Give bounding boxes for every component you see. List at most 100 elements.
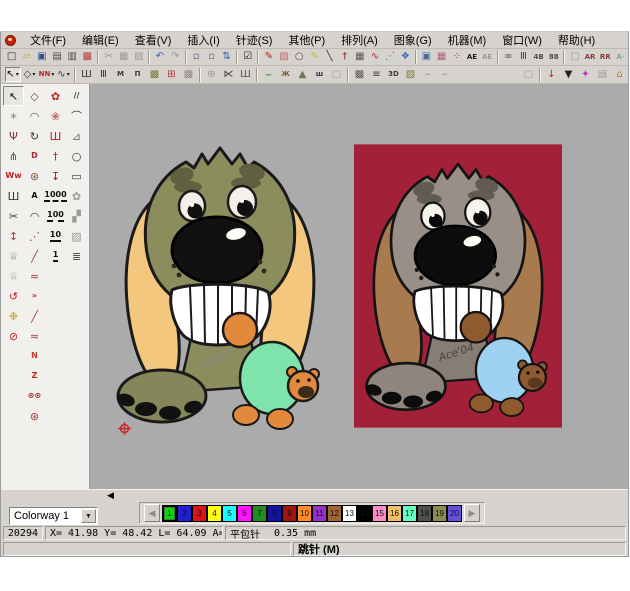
- pattern-stamp-button[interactable]: ▩: [352, 67, 368, 82]
- diagonal-run-tool[interactable]: ╱: [24, 306, 45, 326]
- color-swatch-19[interactable]: 19: [432, 505, 447, 522]
- view-3d-button[interactable]: 3D: [386, 67, 402, 82]
- gear-tool[interactable]: ⊛: [24, 406, 45, 426]
- pattern-x-button[interactable]: Ж: [278, 67, 294, 82]
- letter-a-small-button[interactable]: A·: [613, 50, 627, 65]
- curved-fill-button[interactable]: ⌣: [261, 67, 277, 82]
- colorway-select[interactable]: Colorway 1 ▼: [9, 507, 98, 525]
- print-button[interactable]: ▤: [50, 50, 64, 65]
- radial-fill-button[interactable]: ⊕: [204, 67, 220, 82]
- palette-collapse-arrow-icon[interactable]: ◀: [107, 491, 114, 500]
- flower-stitch-tool[interactable]: ✿: [45, 86, 66, 106]
- image-tool-button[interactable]: ▣: [419, 50, 433, 65]
- outline-shape-button[interactable]: ○: [292, 50, 306, 65]
- worksheet-button[interactable]: ▤: [595, 67, 611, 82]
- motif-olive-button[interactable]: ▨: [403, 67, 419, 82]
- color-swatch-7[interactable]: 7: [252, 505, 267, 522]
- run-stitch-yellow-button[interactable]: ✎: [307, 50, 321, 65]
- undo-button[interactable]: ↶: [153, 50, 167, 65]
- stitch-graph-button[interactable]: ⋰: [383, 50, 397, 65]
- cross-stitch-button[interactable]: Ш: [238, 67, 254, 82]
- color-swatch-11[interactable]: 11: [312, 505, 327, 522]
- branch-tool[interactable]: Ψ: [3, 126, 24, 146]
- colorway-dropdown-icon[interactable]: ▼: [81, 509, 96, 523]
- copy-button[interactable]: ▦: [117, 50, 131, 65]
- select-tool-button[interactable]: ↖▾: [5, 67, 21, 82]
- color-swatch-9[interactable]: 9: [282, 505, 297, 522]
- shape-cloud-2-button[interactable]: ⌢: [437, 67, 453, 82]
- length-10-tool[interactable]: 10: [45, 226, 66, 246]
- rotate-tool[interactable]: ↻: [24, 126, 45, 146]
- hang-pin-tool[interactable]: ↧: [45, 166, 66, 186]
- zigzag-2-tool[interactable]: ≈: [24, 326, 45, 346]
- arc-tool[interactable]: ⌒: [66, 106, 87, 126]
- shape-cloud-button[interactable]: ⌢: [420, 67, 436, 82]
- rotate-red-tool[interactable]: ↺: [3, 286, 24, 306]
- color-blend-button[interactable]: ▦: [435, 50, 449, 65]
- color-swatch-4[interactable]: 4: [207, 505, 222, 522]
- reshape-nodes-tool[interactable]: ◇: [24, 86, 45, 106]
- menu-item-1[interactable]: 编辑(E): [74, 34, 127, 48]
- start-point-marker[interactable]: [118, 422, 131, 435]
- motif-fill-button[interactable]: ▩: [181, 67, 197, 82]
- satin-ww-tool[interactable]: Ш: [45, 126, 66, 146]
- node-edit-tool-button[interactable]: ◇▾: [22, 67, 38, 82]
- satin-run-button[interactable]: ∿: [368, 50, 382, 65]
- ellipse-tool[interactable]: ○: [66, 146, 87, 166]
- color-swatch-16[interactable]: 16: [387, 505, 402, 522]
- color-swatch-15[interactable]: 15: [372, 505, 387, 522]
- baseline-arch-tool[interactable]: ◠: [24, 206, 45, 226]
- tatami-fill-button[interactable]: ▩: [147, 67, 163, 82]
- arrow-run-tool[interactable]: »: [24, 286, 45, 306]
- gears-tool[interactable]: ⊛⊛: [24, 386, 45, 406]
- dome-shape-tool[interactable]: ◠: [24, 106, 45, 126]
- lettering-ae-disabled-button[interactable]: AE: [480, 50, 494, 65]
- curve-tool-button[interactable]: ∿▾: [56, 67, 72, 82]
- flower-motif-button[interactable]: ✦: [578, 67, 594, 82]
- mannequin-tool[interactable]: ▞: [66, 206, 87, 226]
- run-stitch-red-button[interactable]: ✎: [262, 50, 276, 65]
- pointer-tool[interactable]: ↖: [3, 86, 24, 106]
- stop-tool[interactable]: ⊘: [3, 326, 24, 346]
- applique-button[interactable]: ▲: [295, 67, 311, 82]
- length-100-tool[interactable]: 100: [45, 206, 66, 226]
- density-bars-button[interactable]: Ⅲ: [516, 50, 530, 65]
- redo-button[interactable]: ↷: [168, 50, 182, 65]
- e-stitch-button[interactable]: Π: [130, 67, 146, 82]
- color-swatch-10[interactable]: 10: [297, 505, 312, 522]
- color-swatch-8[interactable]: 8: [267, 505, 282, 522]
- menu-item-7[interactable]: 图象(G): [386, 34, 440, 48]
- line-tool-button[interactable]: ╲: [322, 50, 336, 65]
- z-stitch-tool[interactable]: Z: [24, 366, 45, 386]
- auto-digitize-button[interactable]: ☑: [241, 50, 255, 65]
- palette-scroll-left-button[interactable]: ◀: [144, 504, 160, 522]
- print-preview-button[interactable]: ▥: [65, 50, 79, 65]
- menu-item-9[interactable]: 窗口(W): [494, 34, 550, 48]
- column-pin-tool[interactable]: †: [45, 146, 66, 166]
- open-button[interactable]: ▱: [20, 50, 34, 65]
- flower-gray-tool[interactable]: ✿: [66, 186, 87, 206]
- length-1-tool[interactable]: 1: [45, 246, 66, 266]
- tree-stitch-tool[interactable]: ⋔: [3, 146, 24, 166]
- image-frame-tool[interactable]: ▨: [66, 226, 87, 246]
- bitmap-colors-button[interactable]: ❖: [398, 50, 412, 65]
- color-swatch-17[interactable]: 17: [402, 505, 417, 522]
- zigzag-stitch-button[interactable]: M: [113, 67, 129, 82]
- menu-item-3[interactable]: 插入(I): [179, 34, 227, 48]
- fan-tool[interactable]: ♕: [3, 246, 24, 266]
- fill-hatch-button[interactable]: ▨: [277, 50, 291, 65]
- new-button[interactable]: □: [5, 50, 19, 65]
- color-swatch-14[interactable]: 14: [357, 505, 372, 522]
- menu-item-6[interactable]: 排列(A): [333, 34, 386, 48]
- color-swatch-5[interactable]: 5: [222, 505, 237, 522]
- letters-ar-button[interactable]: AR: [583, 50, 597, 65]
- satin-stitch-button[interactable]: Ш: [79, 67, 95, 82]
- fabric-list-tool[interactable]: ≣: [66, 246, 87, 266]
- save-button[interactable]: ▣: [35, 50, 49, 65]
- needle-point-button[interactable]: ↓: [544, 67, 560, 82]
- palette-scroll-right-button[interactable]: ▶: [464, 504, 480, 522]
- color-swatch-2[interactable]: 2: [177, 505, 192, 522]
- initial-caps-tool[interactable]: D: [24, 146, 45, 166]
- link-chain-button[interactable]: ∞: [501, 50, 515, 65]
- color-swatch-20[interactable]: 20: [447, 505, 462, 522]
